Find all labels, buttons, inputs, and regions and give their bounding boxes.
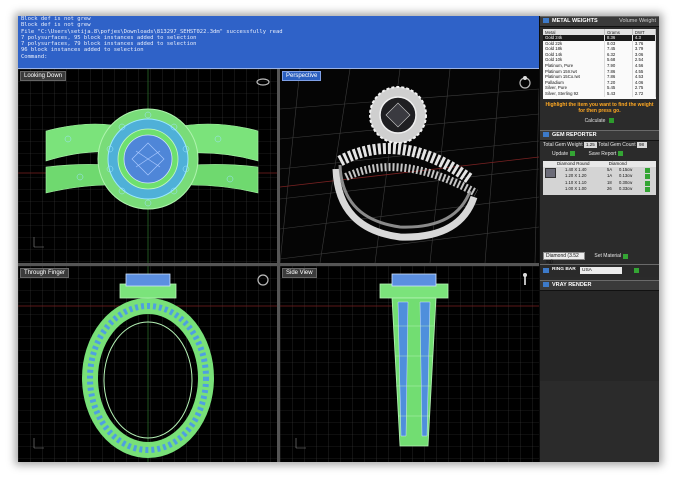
vray-render-header[interactable]: VRAY RENDER xyxy=(540,280,659,291)
set-material-go-button[interactable] xyxy=(623,253,629,259)
ring-icon xyxy=(257,274,269,286)
update-button[interactable]: Update xyxy=(552,151,568,157)
total-gem-count-label: Total Gem Count xyxy=(598,142,636,148)
metal-weights-header[interactable]: METAL WEIGHTS Volume Weight xyxy=(540,16,659,27)
command-prompt[interactable]: Command: xyxy=(18,54,539,60)
calculate-row: Calculate xyxy=(540,117,659,125)
set-material-button[interactable]: Set Material xyxy=(594,253,621,259)
ring-size-standard-dropdown[interactable]: USA xyxy=(580,267,622,274)
gem-size: 1.00 X 1.00 xyxy=(565,186,587,192)
gem-select-button[interactable] xyxy=(645,180,650,186)
gem-shape-header: Diamond Round xyxy=(557,161,590,166)
vray-render-title: VRAY RENDER xyxy=(552,282,592,288)
viewport-splitter-horizontal[interactable] xyxy=(18,263,539,266)
side-view-wireframe xyxy=(280,266,539,462)
gem-reporter-icon xyxy=(543,132,549,138)
total-gem-count-value: 98 xyxy=(637,141,648,148)
gem-reporter-title: GEM REPORTER xyxy=(552,132,597,138)
vray-render-icon xyxy=(543,282,549,288)
viewport-side[interactable]: Side View xyxy=(280,266,539,462)
command-history[interactable]: Block def is not grew Block def is not g… xyxy=(18,16,539,69)
grams-cell: 5.43 xyxy=(604,90,633,97)
metal-weights-icon xyxy=(543,18,549,24)
ring-bar-label: RING BAR xyxy=(552,267,576,272)
ring-bar-go-button[interactable] xyxy=(634,268,639,273)
viewport-label[interactable]: Looking Down xyxy=(20,71,67,81)
gem-select-button[interactable] xyxy=(645,187,650,193)
update-go-button[interactable] xyxy=(570,151,576,157)
metal-weight-row[interactable]: Silver, Sterling 92 5.43 2.72 xyxy=(543,90,656,97)
metal-weights-subtitle: Volume Weight xyxy=(619,18,656,24)
save-report-button[interactable]: Save Report xyxy=(589,151,617,157)
gem-row[interactable]: 1.00 X 1.00 26 0.33cw xyxy=(543,186,656,193)
viewport-top[interactable]: Looking Down xyxy=(18,69,277,263)
ring-bar-section: RING BAR USA xyxy=(540,264,659,277)
gem-actions-row: Update Save Report xyxy=(540,150,659,159)
gem-count: 26 xyxy=(607,186,612,192)
metal-name-cell: Silver, Sterling 92 xyxy=(543,90,605,97)
gem-type-header: Diamond xyxy=(608,161,627,166)
gem-select-button[interactable] xyxy=(645,174,650,180)
material-row: Diamond (3.52 sg) Set Material xyxy=(540,252,659,265)
gem-list[interactable]: Diamond Round Diamond 1.40 X 1.40 5A 0.15c… xyxy=(543,161,656,195)
metal-weights-title: METAL WEIGHTS xyxy=(552,18,598,24)
application-window: Block def is not grew Block def is not g… xyxy=(18,16,659,462)
viewport-perspective[interactable]: Perspective xyxy=(280,69,539,263)
gem-select-button[interactable] xyxy=(645,168,650,173)
viewport-label[interactable]: Through Finger xyxy=(20,268,70,278)
metal-weights-table[interactable]: Metal Grams DWT Gold 24k 8.36 4.3 Gold 22k 8… xyxy=(543,29,656,99)
perspective-render xyxy=(280,69,539,263)
calculate-button[interactable] xyxy=(609,118,615,124)
total-gem-weight-value: 1.25 xyxy=(584,141,597,148)
ring-icon xyxy=(256,78,270,86)
ring-icon xyxy=(519,76,531,89)
gem-reporter-header[interactable]: GEM REPORTER xyxy=(540,130,659,141)
dwt-cell: 2.72 xyxy=(632,90,656,97)
viewport-front[interactable]: Through Finger xyxy=(18,266,277,462)
viewport-label[interactable]: Side View xyxy=(282,268,317,278)
front-view-wireframe xyxy=(18,266,277,462)
viewport-label[interactable]: Perspective xyxy=(282,71,322,81)
ring-bar-icon xyxy=(543,268,549,273)
calculate-label: Calculate xyxy=(584,118,606,124)
ring-icon xyxy=(523,273,527,285)
material-dropdown[interactable]: Diamond (3.52 sg) xyxy=(543,252,585,265)
metal-weights-hint: Highlight the item you want to find the … xyxy=(545,102,654,114)
vray-render-panel xyxy=(540,291,659,381)
save-report-go-button[interactable] xyxy=(618,151,624,157)
side-panel: METAL WEIGHTS Volume Weight Metal Grams … xyxy=(540,16,659,462)
gem-weight: 0.33cw xyxy=(619,186,633,192)
gem-totals-row: Total Gem Weight 1.25 Total Gem Count 98 xyxy=(540,141,659,150)
top-view-wireframe xyxy=(18,69,277,263)
total-gem-weight-label: Total Gem Weight xyxy=(543,142,583,148)
